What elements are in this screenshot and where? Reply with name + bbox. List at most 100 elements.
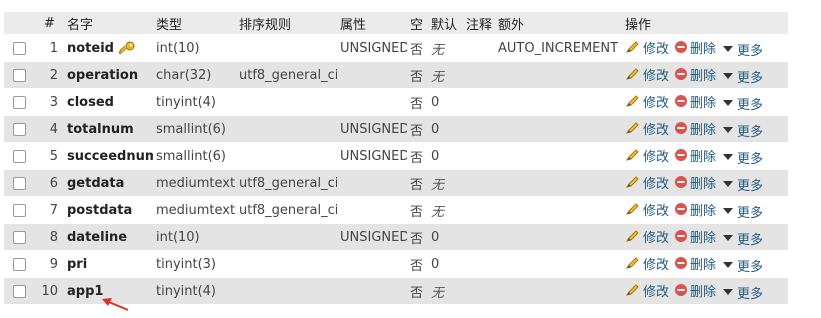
edit-button[interactable]: 修改 bbox=[625, 92, 669, 111]
edit-label: 修改 bbox=[643, 95, 670, 111]
checkbox[interactable] bbox=[13, 95, 26, 109]
field-name: totalnum bbox=[67, 121, 134, 137]
row-index: 6 bbox=[32, 169, 64, 197]
row-checkbox[interactable] bbox=[4, 34, 32, 62]
header-name[interactable]: 名字 bbox=[64, 12, 153, 35]
edit-button[interactable]: 修改 bbox=[625, 281, 669, 300]
field-extra bbox=[495, 115, 622, 143]
edit-button[interactable]: 修改 bbox=[625, 146, 669, 165]
row-checkbox[interactable] bbox=[4, 277, 32, 305]
field-default: 无 bbox=[428, 61, 463, 89]
row-checkbox[interactable] bbox=[4, 142, 32, 170]
row-checkbox[interactable] bbox=[4, 196, 32, 224]
dropdown-triangle-icon bbox=[723, 262, 734, 268]
checkbox[interactable] bbox=[13, 68, 26, 82]
header-attributes[interactable]: 属性 bbox=[337, 12, 407, 35]
field-name-cell: dateline bbox=[64, 223, 153, 251]
drop-button[interactable]: 删除 bbox=[674, 254, 716, 273]
drop-button[interactable]: 删除 bbox=[674, 65, 716, 84]
checkbox[interactable] bbox=[13, 203, 26, 217]
drop-button[interactable]: 删除 bbox=[674, 173, 716, 192]
edit-button[interactable]: 修改 bbox=[625, 65, 669, 84]
checkbox[interactable] bbox=[13, 149, 26, 163]
more-label: 更多 bbox=[737, 43, 764, 59]
header-extra[interactable]: 额外 bbox=[495, 12, 622, 35]
pencil-icon bbox=[625, 176, 639, 188]
checkbox[interactable] bbox=[13, 284, 26, 298]
drop-button[interactable]: 删除 bbox=[674, 92, 716, 111]
field-null: 否 bbox=[407, 169, 428, 197]
field-default: 无 bbox=[428, 34, 463, 62]
dropdown-triangle-icon bbox=[723, 73, 734, 79]
edit-label: 修改 bbox=[643, 122, 670, 138]
more-button[interactable]: 更多 bbox=[721, 283, 763, 302]
table-row: 7 postdata mediumtext utf8_general_ci 否无 修改 删除… bbox=[4, 196, 788, 224]
more-button[interactable]: 更多 bbox=[721, 175, 763, 194]
edit-button[interactable]: 修改 bbox=[625, 200, 669, 219]
more-button[interactable]: 更多 bbox=[721, 121, 763, 140]
field-default: 0 bbox=[428, 250, 463, 278]
row-checkbox[interactable] bbox=[4, 223, 32, 251]
checkbox[interactable] bbox=[13, 41, 26, 55]
pencil-icon bbox=[625, 122, 639, 134]
dropdown-triangle-icon bbox=[723, 46, 734, 52]
more-button[interactable]: 更多 bbox=[721, 256, 763, 275]
dropdown-triangle-icon bbox=[723, 235, 734, 241]
field-attributes bbox=[337, 250, 407, 278]
edit-label: 修改 bbox=[643, 203, 670, 219]
header-index[interactable]: # bbox=[32, 12, 64, 35]
edit-button[interactable]: 修改 bbox=[625, 227, 669, 246]
more-button[interactable]: 更多 bbox=[721, 229, 763, 248]
row-checkbox[interactable] bbox=[4, 88, 32, 116]
drop-button[interactable]: 删除 bbox=[674, 38, 716, 57]
field-null: 否 bbox=[407, 142, 428, 170]
header-type[interactable]: 类型 bbox=[153, 12, 236, 35]
header-null[interactable]: 空 bbox=[407, 12, 428, 35]
field-name: getdata bbox=[67, 175, 125, 191]
field-type: tinyint(4) bbox=[153, 277, 236, 305]
field-name-cell: closed bbox=[64, 88, 153, 116]
row-index: 9 bbox=[32, 250, 64, 278]
field-type: int(10) bbox=[153, 34, 236, 62]
delete-circle-icon bbox=[675, 203, 688, 215]
checkbox[interactable] bbox=[13, 230, 26, 244]
more-label: 更多 bbox=[737, 232, 764, 248]
drop-button[interactable]: 删除 bbox=[674, 227, 716, 246]
header-default[interactable]: 默认 bbox=[428, 12, 463, 35]
edit-label: 修改 bbox=[643, 230, 670, 246]
drop-button[interactable]: 删除 bbox=[674, 281, 716, 300]
more-button[interactable]: 更多 bbox=[721, 202, 763, 221]
more-button[interactable]: 更多 bbox=[721, 40, 763, 59]
row-checkbox[interactable] bbox=[4, 169, 32, 197]
header-collation[interactable]: 排序规则 bbox=[236, 12, 337, 35]
field-extra bbox=[495, 142, 622, 170]
row-checkbox[interactable] bbox=[4, 61, 32, 89]
edit-button[interactable]: 修改 bbox=[625, 254, 669, 273]
more-button[interactable]: 更多 bbox=[721, 148, 763, 167]
more-button[interactable]: 更多 bbox=[721, 94, 763, 113]
field-actions: 修改 删除 更多 bbox=[622, 196, 788, 224]
edit-button[interactable]: 修改 bbox=[625, 119, 669, 138]
more-button[interactable]: 更多 bbox=[721, 67, 763, 86]
drop-button[interactable]: 删除 bbox=[674, 119, 716, 138]
field-extra bbox=[495, 61, 622, 89]
edit-button[interactable]: 修改 bbox=[625, 173, 669, 192]
field-collation bbox=[236, 142, 337, 170]
edit-button[interactable]: 修改 bbox=[625, 38, 669, 57]
field-name-cell: operation bbox=[64, 61, 153, 89]
field-type: tinyint(3) bbox=[153, 250, 236, 278]
dropdown-triangle-icon bbox=[723, 181, 734, 187]
field-actions: 修改 删除 更多 bbox=[622, 169, 788, 197]
drop-button[interactable]: 删除 bbox=[674, 146, 716, 165]
field-name: pri bbox=[67, 256, 88, 272]
field-name-cell: postdata bbox=[64, 196, 153, 224]
field-null: 否 bbox=[407, 223, 428, 251]
checkbox[interactable] bbox=[13, 176, 26, 190]
checkbox[interactable] bbox=[13, 257, 26, 271]
drop-button[interactable]: 删除 bbox=[674, 200, 716, 219]
row-checkbox[interactable] bbox=[4, 115, 32, 143]
row-checkbox[interactable] bbox=[4, 250, 32, 278]
header-comment[interactable]: 注释 bbox=[463, 12, 495, 35]
checkbox[interactable] bbox=[13, 122, 26, 136]
more-label: 更多 bbox=[737, 205, 764, 221]
